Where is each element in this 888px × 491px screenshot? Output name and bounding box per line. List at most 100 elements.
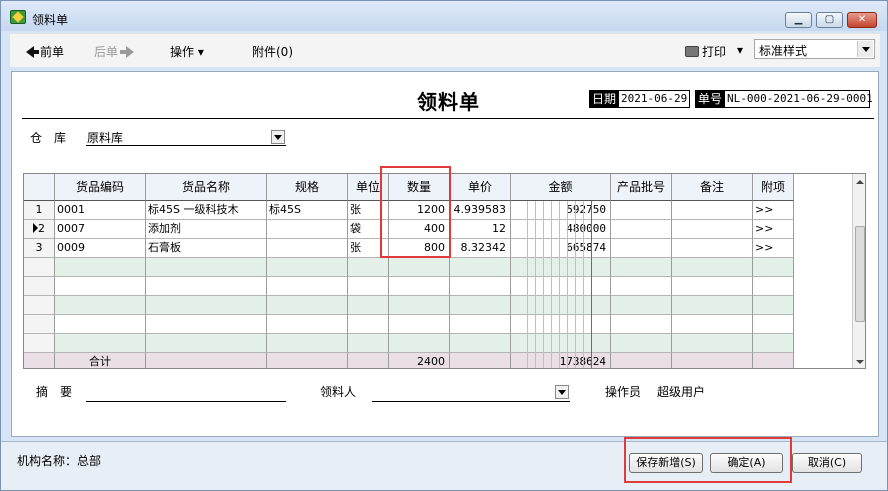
table-cell-note[interactable]: [672, 239, 753, 258]
table-cell-note[interactable]: [672, 220, 753, 239]
table-cell-unit[interactable]: [348, 258, 389, 277]
table-cell-amount[interactable]: [511, 277, 611, 296]
total-cell-spec[interactable]: [267, 353, 348, 368]
total-cell-code[interactable]: 合计: [55, 353, 146, 368]
table-cell-note[interactable]: [672, 334, 753, 353]
print-dropdown-caret[interactable]: ▾: [737, 43, 743, 57]
table-cell-price[interactable]: [450, 334, 511, 353]
table-cell-spec[interactable]: 标45S: [267, 201, 348, 220]
grid-header-note[interactable]: 备注: [672, 174, 753, 201]
table-cell-extra[interactable]: >>: [753, 239, 794, 258]
vertical-scrollbar[interactable]: [852, 174, 865, 368]
table-cell-price[interactable]: [450, 315, 511, 334]
table-cell-name[interactable]: [146, 315, 267, 334]
table-cell-code[interactable]: 0009: [55, 239, 146, 258]
grid-header-price[interactable]: 单价: [450, 174, 511, 201]
table-cell-extra[interactable]: [753, 277, 794, 296]
table-cell-qty[interactable]: [389, 277, 450, 296]
table-cell-unit[interactable]: [348, 296, 389, 315]
table-cell-note[interactable]: [672, 296, 753, 315]
doc-no-field[interactable]: NL-000-2021-06-29-0001: [724, 90, 873, 108]
table-cell-note[interactable]: [672, 258, 753, 277]
table-cell-qty[interactable]: [389, 315, 450, 334]
attachments-button[interactable]: 附件(0): [252, 43, 293, 60]
table-cell-name[interactable]: [146, 334, 267, 353]
table-cell-name[interactable]: 标45S 一级科技木: [146, 201, 267, 220]
table-cell-amount[interactable]: 665874: [511, 239, 611, 258]
table-cell-code[interactable]: [55, 277, 146, 296]
table-cell-qty[interactable]: [389, 258, 450, 277]
warehouse-dropdown-icon[interactable]: [271, 130, 285, 144]
table-cell-spec[interactable]: [267, 220, 348, 239]
table-cell-amount[interactable]: [511, 334, 611, 353]
table-cell-batch[interactable]: [611, 258, 672, 277]
table-cell-spec[interactable]: [267, 296, 348, 315]
table-cell-extra[interactable]: >>: [753, 220, 794, 239]
receiver-dropdown-icon[interactable]: [555, 385, 569, 399]
grid-header-name[interactable]: 货品名称: [146, 174, 267, 201]
cancel-button[interactable]: 取消(C): [792, 453, 862, 473]
total-cell-amount[interactable]: 1738624: [511, 353, 611, 368]
table-cell-name[interactable]: [146, 258, 267, 277]
table-cell-price[interactable]: [450, 258, 511, 277]
total-cell-batch[interactable]: [611, 353, 672, 368]
table-cell-code[interactable]: [55, 334, 146, 353]
table-cell-extra[interactable]: [753, 315, 794, 334]
table-cell-qty[interactable]: [389, 296, 450, 315]
table-cell-name[interactable]: [146, 296, 267, 315]
table-cell-name[interactable]: 添加剂: [146, 220, 267, 239]
table-cell-name[interactable]: 石膏板: [146, 239, 267, 258]
warehouse-value[interactable]: 原料库: [87, 129, 123, 146]
total-cell-qty[interactable]: 2400: [389, 353, 450, 368]
table-cell-extra[interactable]: [753, 296, 794, 315]
table-cell-spec[interactable]: [267, 258, 348, 277]
grid-header-code[interactable]: 货品编码: [55, 174, 146, 201]
close-button[interactable]: ✕: [847, 12, 877, 28]
table-cell-note[interactable]: [672, 201, 753, 220]
summary-field[interactable]: [86, 401, 286, 402]
total-cell-name[interactable]: [146, 353, 267, 368]
table-cell-price[interactable]: [450, 296, 511, 315]
table-cell-batch[interactable]: [611, 239, 672, 258]
table-cell-price[interactable]: 4.939583: [450, 201, 511, 220]
table-cell-code[interactable]: [55, 296, 146, 315]
date-field[interactable]: 2021-06-29: [618, 90, 690, 108]
scroll-thumb[interactable]: [855, 226, 865, 322]
table-cell-unit[interactable]: [348, 334, 389, 353]
table-cell-batch[interactable]: [611, 315, 672, 334]
grid-header-spec[interactable]: 规格: [267, 174, 348, 201]
table-cell-amount[interactable]: [511, 315, 611, 334]
operations-menu[interactable]: 操作 ▾: [170, 43, 204, 60]
table-cell-price[interactable]: 8.32342: [450, 239, 511, 258]
table-cell-extra[interactable]: [753, 258, 794, 277]
table-cell-price[interactable]: 12: [450, 220, 511, 239]
table-cell-code[interactable]: [55, 315, 146, 334]
table-cell-batch[interactable]: [611, 296, 672, 315]
table-cell-spec[interactable]: [267, 315, 348, 334]
table-cell-batch[interactable]: [611, 220, 672, 239]
print-button[interactable]: 打印: [685, 43, 726, 60]
table-cell-batch[interactable]: [611, 277, 672, 296]
grid-header-extra[interactable]: 附项: [753, 174, 794, 201]
print-style-select[interactable]: 标准样式: [754, 39, 875, 59]
table-cell-batch[interactable]: [611, 334, 672, 353]
table-cell-spec[interactable]: [267, 239, 348, 258]
table-cell-extra[interactable]: [753, 334, 794, 353]
table-cell-note[interactable]: [672, 315, 753, 334]
table-cell-amount[interactable]: [511, 296, 611, 315]
table-cell-note[interactable]: [672, 277, 753, 296]
table-cell-code[interactable]: 0001: [55, 201, 146, 220]
receiver-field[interactable]: [372, 401, 570, 402]
grid-header-amount[interactable]: 金额: [511, 174, 611, 201]
total-cell-unit[interactable]: [348, 353, 389, 368]
table-cell-amount[interactable]: 592750: [511, 201, 611, 220]
table-cell-code[interactable]: 0007: [55, 220, 146, 239]
prev-doc-button[interactable]: 前单: [26, 43, 64, 60]
table-cell-name[interactable]: [146, 277, 267, 296]
chevron-down-icon[interactable]: [857, 41, 873, 57]
table-cell-amount[interactable]: [511, 258, 611, 277]
table-cell-extra[interactable]: >>: [753, 201, 794, 220]
table-cell-unit[interactable]: [348, 277, 389, 296]
total-cell-note[interactable]: [672, 353, 753, 368]
table-cell-amount[interactable]: 480000: [511, 220, 611, 239]
